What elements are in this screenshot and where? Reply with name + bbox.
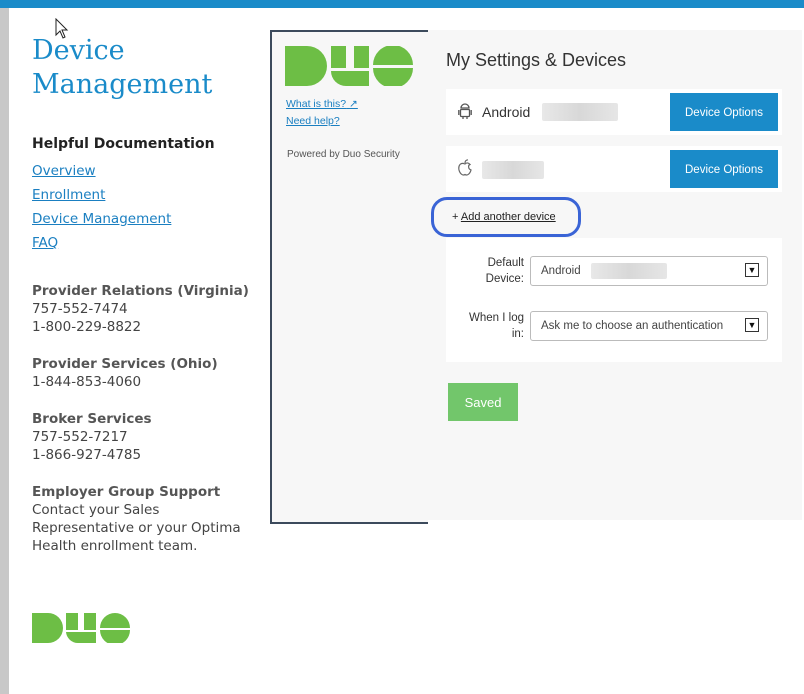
page-title-line1: Device <box>32 35 125 66</box>
contact-line: 1-844-853-4060 <box>32 374 142 390</box>
device-options-button[interactable]: Device Options <box>670 150 778 188</box>
default-device-label: Default Device: <box>485 257 524 285</box>
device-row-apple: Device Options <box>446 146 782 192</box>
contact-line: 757-552-7474 <box>32 301 128 317</box>
contact-heading: Provider Relations (Virginia) <box>32 283 249 299</box>
contact-heading: Broker Services <box>32 411 152 427</box>
duo-logo-small <box>32 613 130 643</box>
device-name: Android <box>482 104 531 120</box>
when-login-select[interactable]: Ask me to choose an authentication ▼ <box>530 311 768 341</box>
duo-logo <box>285 46 413 86</box>
apple-icon <box>458 159 472 182</box>
android-icon <box>458 102 472 125</box>
contact-line: 1-800-229-8822 <box>32 319 142 335</box>
settings-form: Default Device: Android ▼ When I log in:… <box>446 238 782 362</box>
redacted-device-number <box>591 263 667 279</box>
doc-links: Overview Enrollment Device Management FA… <box>32 159 262 255</box>
what-is-this-label: What is this? <box>286 98 347 110</box>
contact-line: 1-866-927-4785 <box>32 447 142 463</box>
need-help-link[interactable]: Need help? <box>286 115 340 127</box>
left-border <box>0 8 9 694</box>
contact-heading: Employer Group Support <box>32 484 221 500</box>
panel-top-border <box>270 30 428 32</box>
page-title: Device Management <box>32 34 262 102</box>
contact-broker-services: Broker Services 757-552-7217 1-866-927-4… <box>32 410 262 464</box>
panel-gap <box>428 520 804 526</box>
contact-line: Health enrollment team. <box>32 538 198 554</box>
contact-heading: Provider Services (Ohio) <box>32 356 218 372</box>
default-device-value: Android <box>541 265 581 277</box>
contact-employer-group: Employer Group Support Contact your Sale… <box>32 483 262 555</box>
when-login-value: Ask me to choose an authentication <box>541 320 724 332</box>
link-device-management[interactable]: Device Management <box>32 207 262 231</box>
top-accent-bar <box>0 0 804 8</box>
add-device-label: Add another device <box>460 211 556 223</box>
what-is-this-link[interactable]: What is this? ↗ <box>286 98 358 110</box>
page-title-line2: Management <box>32 69 213 100</box>
plus-icon: + <box>452 211 461 223</box>
contact-line: 757-552-7217 <box>32 429 128 445</box>
link-overview[interactable]: Overview <box>32 159 262 183</box>
device-options-button[interactable]: Device Options <box>670 93 778 131</box>
contact-provider-relations: Provider Relations (Virginia) 757-552-74… <box>32 282 262 336</box>
chevron-down-icon: ▼ <box>745 318 759 332</box>
redacted-device-name <box>482 161 544 179</box>
redacted-device-number <box>542 103 618 121</box>
powered-by-text: Powered by Duo Security <box>287 149 400 160</box>
settings-title: My Settings & Devices <box>446 50 627 70</box>
contact-line: Contact your Sales <box>32 502 160 518</box>
contact-line: Representative or your Optima <box>32 520 241 536</box>
sidebar: Device Management Helpful Documentation … <box>32 34 262 555</box>
contact-provider-services: Provider Services (Ohio) 1-844-853-4060 <box>32 355 262 391</box>
add-device-link[interactable]: + Add another device <box>452 211 556 223</box>
saved-button[interactable]: Saved <box>448 383 518 421</box>
link-enrollment[interactable]: Enrollment <box>32 183 262 207</box>
device-row-android: Android Device Options <box>446 89 782 135</box>
when-login-label: When I log in: <box>469 312 524 340</box>
chevron-down-icon: ▼ <box>745 263 759 277</box>
external-link-icon: ↗ <box>349 98 358 110</box>
default-device-select[interactable]: Android ▼ <box>530 256 768 286</box>
doc-heading: Helpful Documentation <box>32 136 215 152</box>
link-faq[interactable]: FAQ <box>32 231 262 255</box>
